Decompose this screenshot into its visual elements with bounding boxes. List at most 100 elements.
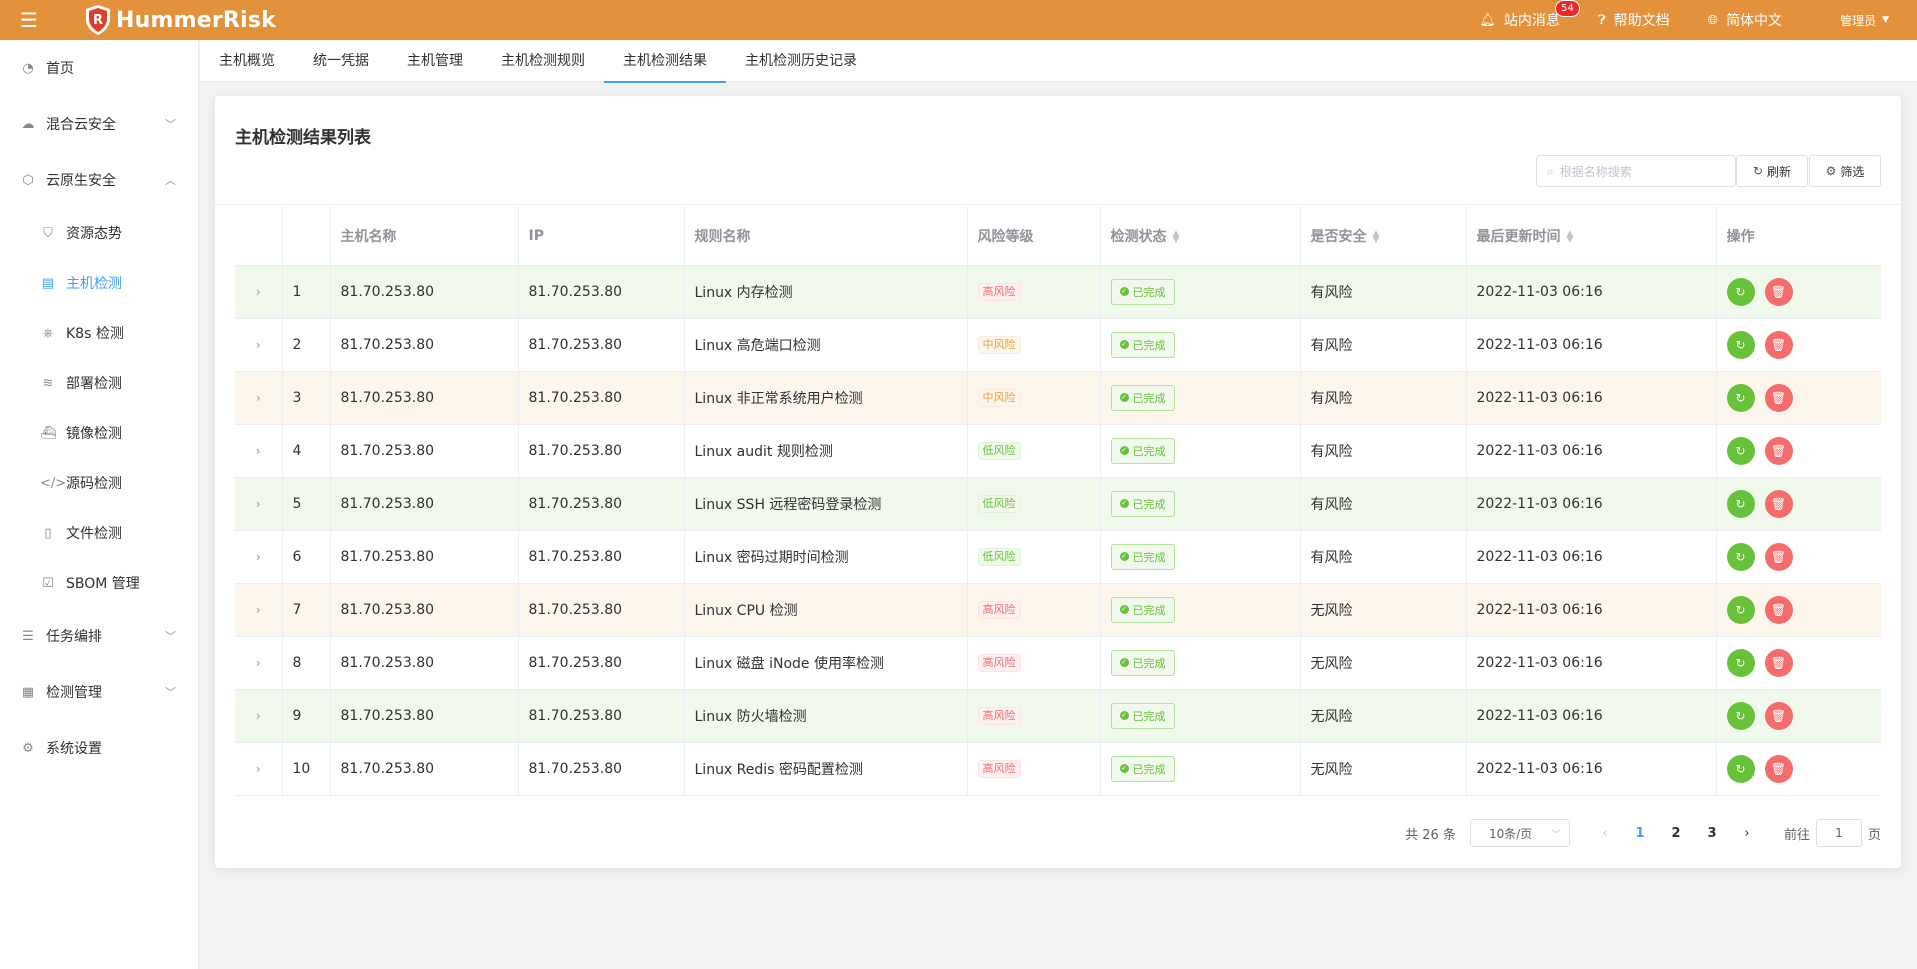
recheck-button[interactable]: ↻	[1726, 489, 1755, 518]
updated-time-cell: 2022-11-03 06:16	[1466, 689, 1717, 743]
expand-row-icon[interactable]: ›	[235, 477, 283, 531]
table-row[interactable]: › 5 81.70.253.80 81.70.253.80 Linux SSH 远程密码…	[235, 477, 1881, 531]
document-icon: ▯	[44, 525, 52, 541]
table-row[interactable]: › 7 81.70.253.80 81.70.253.80 Linux CPU 检测 高风…	[235, 583, 1881, 637]
risk-tag: 高风险	[977, 653, 1021, 672]
tab-host-management[interactable]: 主机管理	[388, 40, 482, 82]
delete-button[interactable]: 🗑︎	[1764, 648, 1793, 677]
search-icon: ⌕	[1547, 163, 1554, 178]
globe-icon: 🌐︎	[1707, 12, 1719, 28]
sidebar-item-sbom[interactable]: ☑ SBOM 管理	[0, 558, 198, 608]
expand-row-icon[interactable]: ›	[235, 742, 283, 796]
k8s-icon: ⎈	[42, 325, 54, 341]
table-row[interactable]: › 4 81.70.253.80 81.70.253.80 Linux audit 规则…	[235, 424, 1881, 478]
header-check-status[interactable]: 检测状态 ▲ ▼	[1100, 207, 1301, 266]
sidebar-item-task-orchestration[interactable]: ☰ 任务编排 ﹀	[0, 608, 198, 664]
table-row[interactable]: › 6 81.70.253.80 81.70.253.80 Linux 密码过期时间检测…	[235, 530, 1881, 584]
sidebar-item-system-settings[interactable]: ⚙ 系统设置	[0, 720, 198, 776]
sidebar-item-k8s-check[interactable]: ⎈ K8s 检测	[0, 308, 198, 358]
layers-icon: ≋	[42, 375, 54, 391]
sidebar-item-host-check[interactable]: ▤ 主机检测	[0, 258, 198, 308]
delete-button[interactable]: 🗑︎	[1764, 436, 1793, 465]
expand-row-icon[interactable]: ›	[235, 371, 283, 425]
sidebar-item-cloud-native[interactable]: ⬡ 云原生安全 ︿	[0, 152, 198, 208]
recheck-button[interactable]: ↻	[1726, 648, 1755, 677]
header-is-safe[interactable]: 是否安全 ▲ ▼	[1300, 207, 1467, 266]
sort-icon[interactable]: ▲ ▼	[1173, 229, 1180, 244]
row-index: 5	[282, 477, 331, 531]
expand-row-icon[interactable]: ›	[235, 689, 283, 743]
sort-icon[interactable]: ▲ ▼	[1567, 229, 1574, 244]
sidebar-item-code-check[interactable]: </> 源码检测	[0, 458, 198, 508]
delete-button[interactable]: 🗑︎	[1764, 277, 1793, 306]
tab-host-check-history[interactable]: 主机检测历史记录	[726, 40, 876, 82]
expand-row-icon[interactable]: ›	[235, 583, 283, 637]
recheck-button[interactable]: ↻	[1726, 542, 1755, 571]
help-docs-link[interactable]: ❓︎ 帮助文档	[1598, 10, 1670, 30]
page-button-3[interactable]: 3	[1694, 826, 1730, 841]
sidebar-item-label: 文件检测	[66, 526, 122, 542]
sidebar-item-image-check[interactable]: ⛴ 镜像检测	[0, 408, 198, 458]
filter-button[interactable]: ⚙ 筛选	[1809, 155, 1881, 187]
expand-row-icon[interactable]: ›	[235, 318, 283, 372]
table-row[interactable]: › 2 81.70.253.80 81.70.253.80 Linux 高危端口检测 中风…	[235, 318, 1881, 372]
recheck-button[interactable]: ↻	[1726, 383, 1755, 412]
tab-credentials[interactable]: 统一凭据	[294, 40, 388, 82]
language-switch[interactable]: 🌐︎ 简体中文	[1708, 10, 1782, 30]
delete-button[interactable]: 🗑︎	[1764, 489, 1793, 518]
delete-button[interactable]: 🗑︎	[1764, 754, 1793, 783]
recheck-button[interactable]: ↻	[1726, 436, 1755, 465]
expand-row-icon[interactable]: ›	[235, 636, 283, 690]
table-row[interactable]: › 8 81.70.253.80 81.70.253.80 Linux 磁盘 iNode…	[235, 636, 1881, 690]
brand-logo[interactable]: R HummerRisk	[84, 4, 276, 36]
risk-tag: 高风险	[977, 706, 1021, 725]
tab-host-check-rules[interactable]: 主机检测规则	[482, 40, 604, 82]
tab-host-check-results[interactable]: 主机检测结果	[604, 40, 726, 83]
refresh-button[interactable]: ↻ 刷新	[1736, 155, 1808, 187]
delete-button[interactable]: 🗑︎	[1764, 701, 1793, 730]
delete-button[interactable]: 🗑︎	[1764, 542, 1793, 571]
sidebar-item-check-management[interactable]: ▦ 检测管理 ﹀	[0, 664, 198, 720]
sidebar-item-deploy-check[interactable]: ≋ 部署检测	[0, 358, 198, 408]
sort-icon[interactable]: ▲ ▼	[1373, 229, 1380, 244]
sidebar-item-file-check[interactable]: ▯ 文件检测	[0, 508, 198, 558]
prev-page-button[interactable]: ‹	[1588, 826, 1622, 841]
next-page-button[interactable]: ›	[1730, 826, 1764, 841]
menu-toggle-icon[interactable]: ☰	[0, 0, 58, 40]
page-button-1[interactable]: 1	[1622, 826, 1658, 841]
table-row[interactable]: › 1 81.70.253.80 81.70.253.80 Linux 内存检测 高风险 ✓…	[235, 265, 1881, 319]
page-size-select[interactable]: 10条/页 ﹀	[1469, 819, 1570, 847]
shield-logo-icon: R	[86, 5, 110, 35]
page-button-2[interactable]: 2	[1658, 826, 1694, 841]
user-menu[interactable]: 管理员 ▼	[1840, 12, 1889, 29]
delete-button[interactable]: 🗑︎	[1764, 595, 1793, 624]
help-label: 帮助文档	[1613, 13, 1670, 29]
table-row[interactable]: › 9 81.70.253.80 81.70.253.80 Linux 防火墙检测 高风险…	[235, 689, 1881, 743]
sidebar-item-resource-posture[interactable]: ⛉ 资源态势	[0, 208, 198, 258]
safe-cell: 无风险	[1300, 689, 1467, 743]
status-label: 已完成	[1132, 656, 1166, 670]
search-input[interactable]: ⌕ 根据名称搜索	[1536, 155, 1736, 187]
table-row[interactable]: › 10 81.70.253.80 81.70.253.80 Linux Redis 密…	[235, 742, 1881, 796]
tab-host-overview[interactable]: 主机概览	[200, 40, 294, 82]
goto-page-input[interactable]	[1815, 819, 1862, 847]
host-name-cell: 81.70.253.80	[330, 530, 519, 584]
check-circle-icon: ✓	[1119, 287, 1129, 296]
recheck-button[interactable]: ↻	[1726, 277, 1755, 306]
recheck-button[interactable]: ↻	[1726, 595, 1755, 624]
expand-row-icon[interactable]: ›	[235, 265, 283, 319]
sidebar-item-hybrid-cloud[interactable]: ☁ 混合云安全 ﹀	[0, 96, 198, 152]
sidebar-item-home[interactable]: ◔ 首页	[0, 40, 198, 96]
expand-row-icon[interactable]: ›	[235, 530, 283, 584]
delete-button[interactable]: 🗑︎	[1764, 330, 1793, 359]
recheck-button[interactable]: ↻	[1726, 754, 1755, 783]
header-last-updated[interactable]: 最后更新时间 ▲ ▼	[1466, 207, 1717, 266]
expand-row-icon[interactable]: ›	[235, 424, 283, 478]
delete-button[interactable]: 🗑︎	[1764, 383, 1793, 412]
notifications-link[interactable]: 🔔︎ 站内消息 54	[1479, 0, 1580, 30]
recheck-button[interactable]: ↻	[1726, 330, 1755, 359]
ip-cell: 81.70.253.80	[518, 689, 685, 743]
sidebar-item-label: SBOM 管理	[66, 576, 140, 592]
recheck-button[interactable]: ↻	[1726, 701, 1755, 730]
table-row[interactable]: › 3 81.70.253.80 81.70.253.80 Linux 非正常系统用户检…	[235, 371, 1881, 425]
